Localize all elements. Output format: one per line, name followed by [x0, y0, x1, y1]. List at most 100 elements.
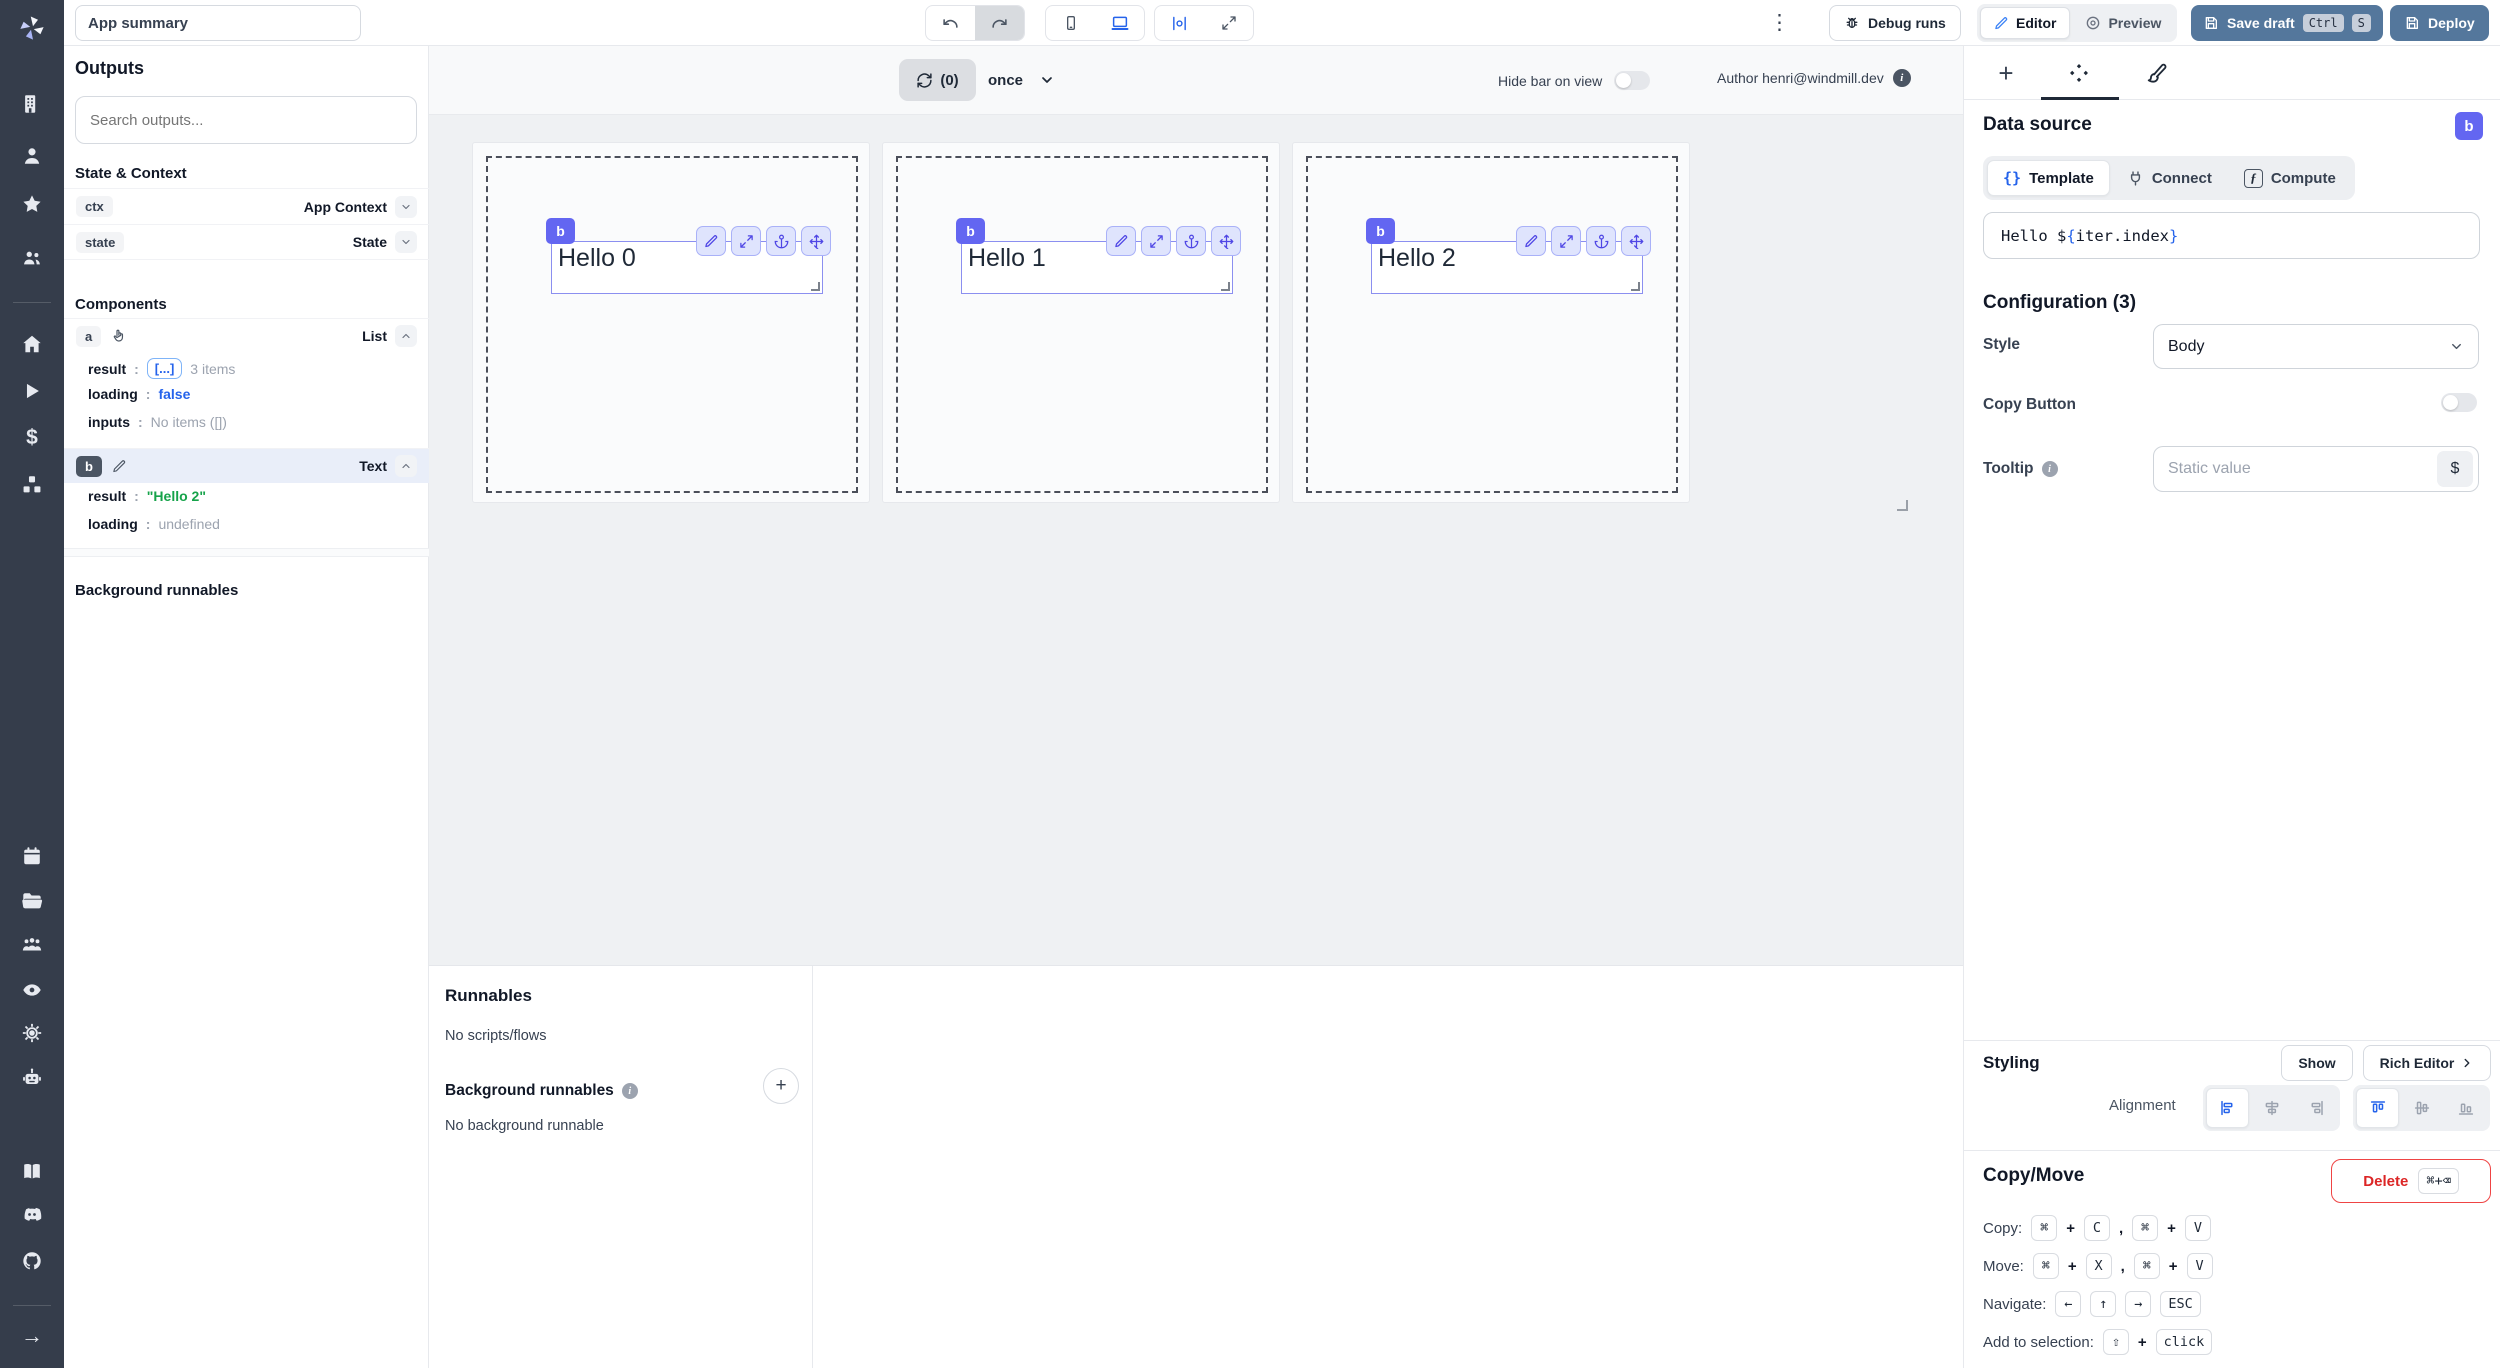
theme-tab[interactable] [2126, 46, 2186, 100]
mobile-view-icon[interactable] [1046, 6, 1095, 40]
search-outputs-input[interactable] [75, 96, 417, 144]
discord-icon[interactable] [21, 1204, 43, 1226]
runs-icon[interactable] [21, 380, 43, 402]
ctx-chevron-down-icon[interactable] [395, 195, 417, 218]
edit-pencil-icon[interactable] [1106, 226, 1136, 256]
component-settings-tab[interactable] [2049, 46, 2109, 100]
refresh-mode-select[interactable]: once [988, 63, 1055, 97]
expand-icon[interactable] [1141, 226, 1171, 256]
text-component-2[interactable]: b Hello 2 [1366, 218, 1651, 294]
anchor-icon[interactable] [1176, 226, 1206, 256]
undo-button[interactable] [926, 6, 975, 40]
preview-tab[interactable]: Preview [2072, 7, 2174, 39]
save-draft-button[interactable]: Save draft Ctrl S [2191, 5, 2383, 41]
docs-book-icon[interactable] [21, 1161, 43, 1183]
inspector-tabbar: + [1964, 46, 2500, 100]
anchor-icon[interactable] [766, 226, 796, 256]
styling-title: Styling [1983, 1053, 2040, 1072]
schedules-icon[interactable] [21, 845, 43, 867]
component-b-chevron-up-icon[interactable] [395, 455, 417, 477]
rich-editor-button[interactable]: Rich Editor [2363, 1045, 2491, 1081]
style-select[interactable]: Body [2153, 324, 2479, 369]
align-bottom-icon[interactable] [2444, 1088, 2487, 1128]
author-info-icon[interactable]: i [1892, 69, 1911, 87]
align-right-icon[interactable] [2294, 1088, 2337, 1128]
user-icon[interactable] [21, 145, 43, 167]
info-icon[interactable]: i [621, 1083, 638, 1099]
workspace-icon[interactable] [21, 93, 43, 115]
tooltip-info-icon[interactable]: i [2041, 461, 2058, 477]
more-menu-icon[interactable]: ⋮ [1769, 8, 1790, 37]
insert-component-tab[interactable]: + [1976, 46, 2036, 100]
groups-icon[interactable] [21, 247, 43, 269]
deploy-button[interactable]: Deploy [2390, 5, 2489, 41]
list-cell-0[interactable]: b Hello 0 [472, 142, 870, 503]
align-middle-icon[interactable] [2400, 1088, 2443, 1128]
expand-icon[interactable] [1551, 226, 1581, 256]
text-component-0[interactable]: b Hello 0 [546, 218, 831, 294]
github-icon[interactable] [21, 1250, 43, 1272]
component-b-row[interactable]: b Text [64, 448, 429, 483]
add-selection-shortcut-row: Add to selection: ⇧ + click [1983, 1329, 2213, 1355]
compute-tab[interactable]: ƒ Compute [2229, 160, 2351, 196]
editor-tab[interactable]: Editor [1980, 7, 2071, 39]
resources-icon[interactable] [21, 474, 43, 496]
align-top-icon[interactable] [2356, 1088, 2399, 1128]
delete-component-button[interactable]: Delete ⌘+⌫ [2331, 1159, 2491, 1203]
home-icon[interactable] [21, 333, 43, 355]
ctx-row[interactable]: ctx App Context [64, 188, 429, 224]
fullwidth-expand-icon[interactable] [1204, 6, 1253, 40]
settings-gear-icon[interactable] [21, 1022, 43, 1044]
move-icon[interactable] [1211, 226, 1241, 256]
edit-pencil-icon[interactable] [1516, 226, 1546, 256]
center-content-icon[interactable] [1155, 6, 1204, 40]
template-tab[interactable]: {} Template [1987, 160, 2110, 196]
redo-button[interactable] [975, 6, 1024, 40]
ai-robot-icon[interactable] [21, 1067, 43, 1089]
anchor-icon[interactable] [1586, 226, 1616, 256]
show-styling-button[interactable]: Show [2281, 1045, 2353, 1081]
align-left-icon[interactable] [2206, 1088, 2249, 1128]
expand-icon[interactable] [731, 226, 761, 256]
main-sidebar: $ → [0, 0, 64, 1368]
copy-button-toggle[interactable] [2441, 393, 2477, 412]
component-a-row[interactable]: a List [64, 318, 429, 353]
favorites-star-icon[interactable] [21, 193, 43, 215]
move-icon[interactable] [1621, 226, 1651, 256]
resize-handle[interactable] [811, 282, 820, 291]
edit-pencil-icon[interactable] [696, 226, 726, 256]
edit-pencil-icon[interactable] [112, 459, 127, 474]
state-row[interactable]: state State [64, 224, 429, 260]
debug-runs-button[interactable]: Debug runs [1829, 5, 1961, 41]
list-cell-1[interactable]: b Hello 1 [882, 142, 1280, 503]
horizontal-align-group [2203, 1085, 2340, 1131]
workers-icon[interactable] [21, 934, 43, 956]
connect-tab[interactable]: Connect [2112, 160, 2227, 196]
collapse-sidebar-arrow-icon[interactable]: → [21, 1325, 43, 1347]
state-chevron-down-icon[interactable] [395, 231, 417, 253]
background-runnables-title: Background runnables [75, 582, 239, 599]
grid-resize-handle[interactable] [1897, 500, 1908, 511]
text-component-1[interactable]: b Hello 1 [956, 218, 1241, 294]
add-background-runnable-button[interactable]: + [763, 1068, 799, 1104]
template-expression-input[interactable]: Hello ${iter.index} [1983, 212, 2480, 259]
list-cell-2[interactable]: b Hello 2 [1292, 142, 1690, 503]
component-a-chevron-up-icon[interactable] [395, 325, 417, 347]
a-loading-row: loading: false [88, 386, 191, 402]
static-value-type-button[interactable]: $ [2437, 451, 2473, 487]
expand-array-chip[interactable]: [...] [146, 358, 183, 379]
canvas-grid[interactable]: b Hello 0 b Hello 1 b Hello 2 [429, 115, 1963, 965]
variables-icon[interactable]: $ [26, 427, 38, 448]
align-center-h-icon[interactable] [2250, 1088, 2293, 1128]
audit-logs-eye-icon[interactable] [21, 979, 43, 1001]
app-summary-input[interactable] [75, 5, 361, 41]
resize-handle[interactable] [1631, 282, 1640, 291]
hide-bar-toggle[interactable] [1614, 71, 1651, 90]
move-icon[interactable] [801, 226, 831, 256]
tooltip-input[interactable]: Static value $ [2153, 446, 2479, 492]
windmill-logo[interactable] [17, 13, 47, 43]
refresh-all-button[interactable]: (0) [899, 59, 976, 101]
folders-icon[interactable] [21, 890, 43, 912]
desktop-view-icon[interactable] [1095, 6, 1144, 40]
resize-handle[interactable] [1221, 282, 1230, 291]
